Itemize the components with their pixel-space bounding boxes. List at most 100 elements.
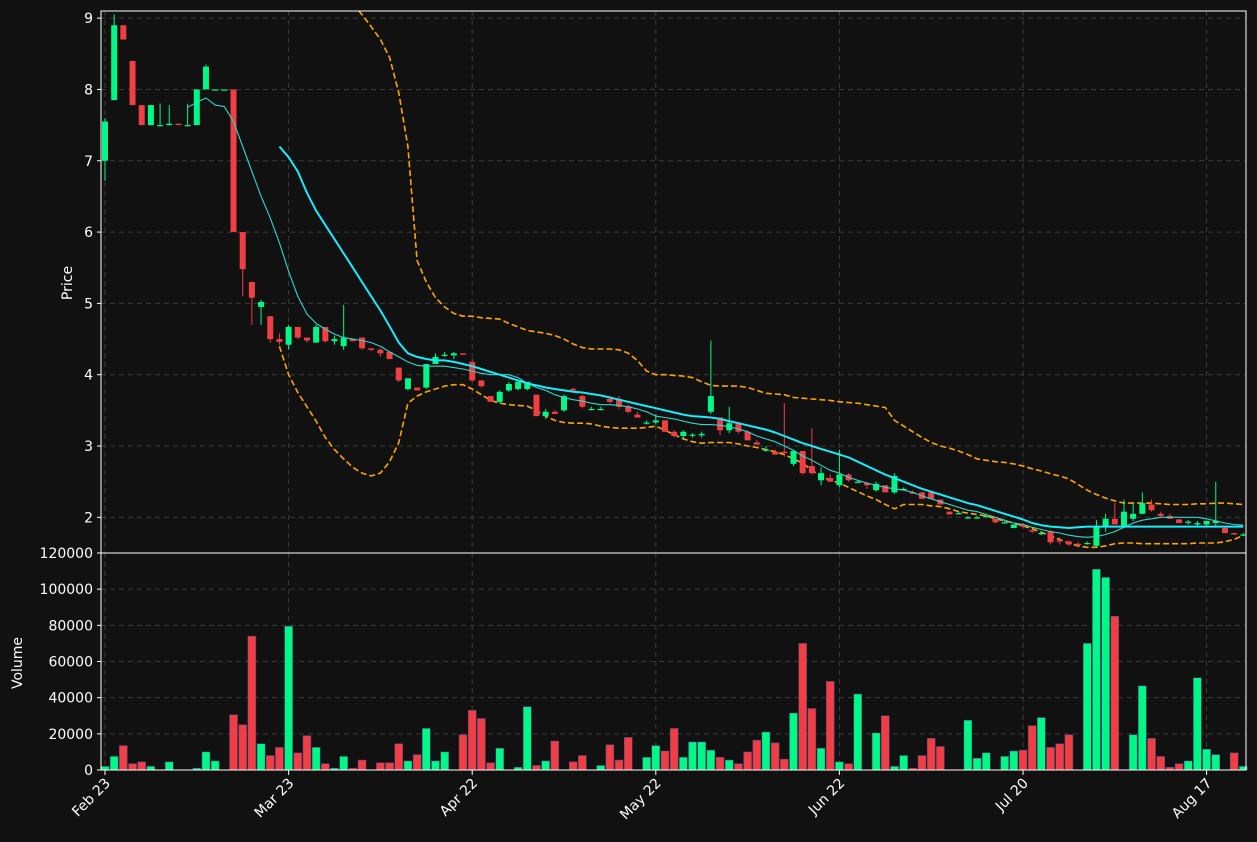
candle-body [212,89,219,91]
volume-bar [1101,577,1110,771]
volume-tick-label: 60000 [48,655,93,671]
candle-body [414,387,421,391]
candle-body [368,348,375,350]
candle-body [111,25,118,101]
volume-bar [835,761,844,771]
candle-body [634,414,641,418]
candle-body [1231,533,1238,535]
volume-bar [532,765,541,771]
volume-bar [825,681,835,771]
price-axis-label: Price [60,266,76,300]
price-tick-label: 6 [84,225,93,241]
candle-body [221,89,228,91]
candle-body [478,380,485,387]
candle-body [1185,521,1192,523]
volume-bar [477,718,486,771]
volume-tick-label: 120000 [40,546,93,562]
volume-tick-label: 40000 [48,691,93,707]
candle-body [505,383,512,391]
volume-bar [605,744,615,771]
volume-bar [495,748,504,771]
candle-body [331,339,338,342]
volume-tick-label: 20000 [48,727,93,743]
volume-bar [229,714,238,771]
candle-body [450,353,457,356]
volume-bar [311,747,321,771]
candle-body [166,123,173,126]
volume-tick-label: 100000 [40,582,93,598]
volume-bar [403,760,413,771]
volume-bar [357,759,367,771]
volume-bar [807,708,817,771]
volume-bar [339,756,348,771]
candle-body [1194,523,1201,525]
volume-bar [1046,747,1055,771]
candle-body [1120,511,1127,526]
volume-bar [697,741,706,771]
candle-body [285,326,292,345]
volume-bar [1156,756,1165,771]
volume-bar [265,755,275,771]
volume-bar [789,712,798,771]
candle-body [808,465,815,474]
volume-bar [137,761,146,771]
candle-body [423,364,430,388]
price-tick-label: 4 [84,368,93,384]
candle-body [248,282,255,298]
volume-bar [256,743,266,771]
volume-bar [284,625,293,771]
volume-bar [963,720,973,771]
volume-bar [550,740,560,771]
volume-bar [458,734,468,771]
candle-body [1056,540,1063,542]
volume-bar [376,762,385,771]
candle-body [1139,503,1146,514]
volume-bar [1083,643,1092,771]
candle-body [1029,530,1036,532]
candle-body [533,394,540,417]
candle-body [175,123,182,126]
candle-body [698,433,705,436]
volume-bar [1147,738,1156,771]
candle-body [781,451,788,454]
volume-bar [706,749,716,771]
candle-body [836,474,843,486]
candle-body [1065,541,1072,545]
volume-bar [1027,725,1037,771]
volume-bar [624,737,633,771]
candle-body [551,411,558,414]
candle-body [1038,533,1045,535]
candle-body [230,89,237,233]
volume-bar [568,761,578,771]
candle-body [303,337,310,341]
candle-body [184,125,191,127]
volume-bar [440,751,449,771]
volume-bar [486,762,495,771]
candle-body [542,411,549,417]
candle-body [1203,520,1210,525]
volume-bar [982,752,991,771]
volume-bar [321,763,330,771]
candle-body [643,422,650,424]
volume-bar [715,757,725,771]
volume-bar [1174,763,1184,771]
candle-body [1075,543,1082,546]
volume-bar [1183,760,1193,771]
candle-body [258,301,265,307]
volume-bar [1229,752,1239,771]
candle-body [395,367,402,381]
volume-bar [890,766,899,771]
price-tick-label: 7 [84,154,93,170]
volume-bar [871,732,881,771]
candle-body [276,339,283,342]
candle-body [294,326,301,338]
candle-body [193,89,200,126]
candle-body [377,349,384,354]
candle-body [313,326,320,343]
candle-body [202,66,209,90]
volume-bar [1202,748,1211,771]
volume-bar [679,757,688,771]
volume-bar [302,735,312,771]
candle-body [157,125,164,127]
candle-body [515,381,522,389]
